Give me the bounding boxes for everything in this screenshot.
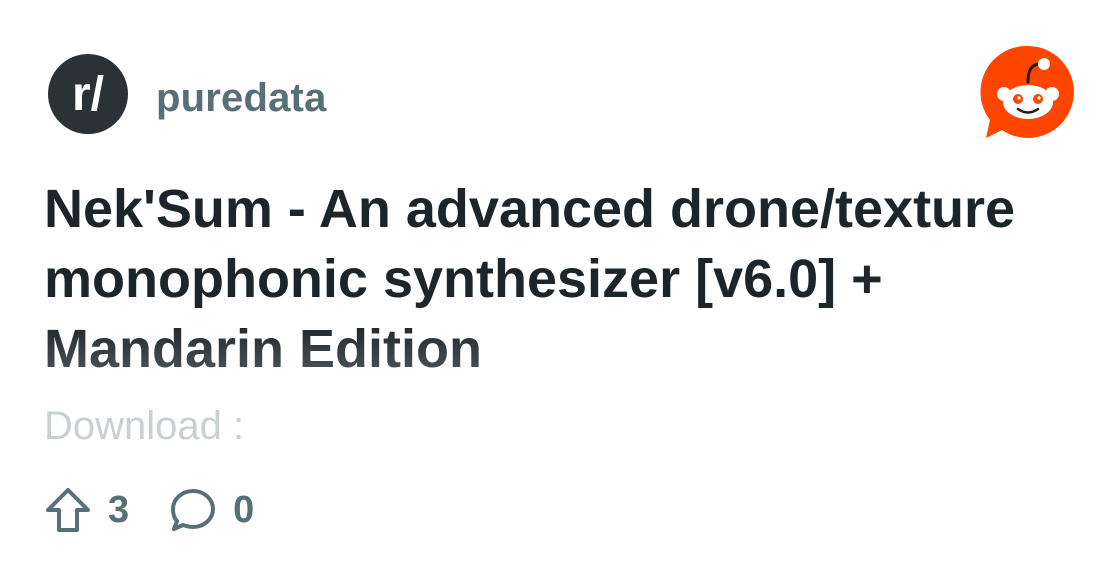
post-stats: 3 0 bbox=[44, 484, 254, 536]
comment-count: 0 bbox=[233, 488, 255, 531]
subreddit-r-slash-icon: r/ bbox=[72, 68, 104, 121]
upvote-count: 3 bbox=[108, 488, 130, 531]
subreddit-name[interactable]: puredata bbox=[156, 74, 327, 122]
comment-stat[interactable]: 0 bbox=[169, 486, 254, 534]
post-card[interactable]: r/ puredata Nek'Sum - An advanced drone/… bbox=[0, 0, 1120, 584]
subreddit-avatar[interactable]: r/ bbox=[48, 54, 128, 134]
svg-text:r/: r/ bbox=[72, 68, 104, 121]
upvote-stat[interactable]: 3 bbox=[44, 486, 129, 534]
upvote-arrow-icon[interactable] bbox=[44, 486, 92, 534]
reddit-snoo-icon bbox=[980, 45, 1074, 138]
post-title[interactable]: Nek'Sum - An advanced drone/texture mono… bbox=[44, 174, 1084, 384]
post-body-preview: Download : bbox=[44, 404, 245, 448]
comment-bubble-icon[interactable] bbox=[169, 486, 217, 534]
reddit-logo bbox=[978, 42, 1078, 142]
